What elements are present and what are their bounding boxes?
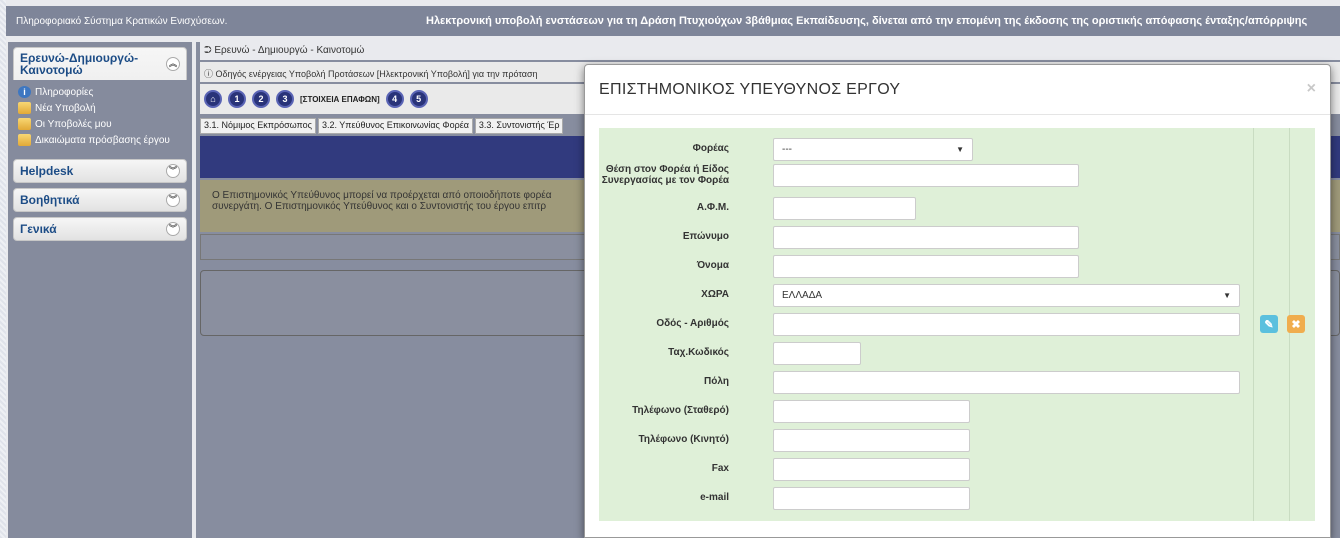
folder-icon <box>18 134 31 146</box>
step-2[interactable]: 2 <box>252 90 270 108</box>
label-email: e-mail <box>700 492 729 503</box>
row-afm: Α.Φ.Μ. <box>599 197 1259 220</box>
label-fax: Fax <box>711 463 729 474</box>
tab-contact-person[interactable]: 3.2. Υπεύθυνος Επικοινωνίας Φορέα <box>317 118 473 134</box>
step-1[interactable]: 1 <box>228 90 246 108</box>
sidebar: Ερευνώ-Δημιουργώ-Καινοτομώ ︽ i Πληροφορί… <box>8 42 192 538</box>
row-tk: Ταχ.Κωδικός <box>599 342 1259 365</box>
edit-icon: ✎ <box>1264 318 1274 331</box>
info-icon: i <box>18 86 31 98</box>
tel-stath-input[interactable] <box>773 400 970 423</box>
wizard-guide-text: Οδηγός ενέργειας Υποβολή Προτάσεων [Ηλεκ… <box>215 69 538 79</box>
sidebar-item-access-rights[interactable]: Δικαιώματα πρόσβασης έργου <box>10 132 190 148</box>
active-step-label: [ΣΤΟΙΧΕΙΑ ΕΠΑΦΩΝ] <box>300 94 380 104</box>
tab-legal-rep[interactable]: 3.1. Νόμιμος Εκπρόσωπος <box>200 118 316 134</box>
folder-icon <box>18 118 31 130</box>
row-foreas: Φορέας --- ▼ <box>599 138 1259 161</box>
label-onoma: Όνομα <box>696 260 729 271</box>
sidebar-item-label: Οι Υποβολές μου <box>35 118 112 130</box>
chevron-down-icon[interactable]: ︾ <box>166 193 180 207</box>
sidebar-group-voithitika[interactable]: Βοηθητικά ︾ <box>13 188 187 212</box>
label-thesi: Θέση στον Φορέα ή Είδος Συνεργασίας με τ… <box>601 164 729 186</box>
row-tel-kin: Τηλέφωνο (Κινητό) <box>599 429 1259 452</box>
chevron-up-icon[interactable]: ︽ <box>166 57 180 71</box>
step-3[interactable]: 3 <box>276 90 294 108</box>
sidebar-group-helpdesk[interactable]: Helpdesk ︾ <box>13 159 187 183</box>
sidebar-item-label: Νέα Υποβολή <box>35 102 96 114</box>
info-icon: ⓘ <box>204 69 214 79</box>
odos-input[interactable] <box>773 313 1240 336</box>
tab-coordinator[interactable]: 3.3. Συντονιστής Έρ <box>474 118 564 134</box>
step-4[interactable]: 4 <box>385 90 404 108</box>
tel-kin-input[interactable] <box>773 429 970 452</box>
sidebar-group-erevno: Ερευνώ-Δημιουργώ-Καινοτομώ ︽ i Πληροφορί… <box>8 47 192 154</box>
sidebar-group-header[interactable]: Ερευνώ-Δημιουργώ-Καινοτομώ ︽ <box>14 48 186 80</box>
fax-input[interactable] <box>773 458 970 481</box>
step-5[interactable]: 5 <box>409 90 428 108</box>
sidebar-items: i Πληροφορίες Νέα Υποβολή Οι Υποβολές μο… <box>8 80 192 154</box>
label-foreas: Φορέας <box>692 143 729 154</box>
modal-title: ΕΠΙΣΤΗΜΟΝΙΚΟΣ ΥΠΕΥΘΥΝΟΣ ΕΡΓΟΥ <box>599 81 901 98</box>
dropdown-arrow-icon: ▼ <box>956 145 964 154</box>
thesi-input[interactable] <box>773 164 1079 187</box>
tk-input[interactable] <box>773 342 861 365</box>
dropdown-arrow-icon: ▼ <box>1223 291 1231 300</box>
breadcrumb: ⮊ Ερευνώ - Δημιουργώ - Καινοτομώ <box>200 42 1340 60</box>
eponymo-input[interactable] <box>773 226 1079 249</box>
contact-form: Φορέας --- ▼ Θέση στον Φορέα ή Είδος Συν… <box>599 128 1315 521</box>
poli-input[interactable] <box>773 371 1240 394</box>
label-tk: Ταχ.Κωδικός <box>668 347 729 358</box>
label-afm: Α.Φ.Μ. <box>696 202 729 213</box>
sidebar-item-label: Πληροφορίες <box>35 86 94 98</box>
sidebar-group-title: Βοηθητικά <box>20 193 80 207</box>
label-tel-stath: Τηλέφωνο (Σταθερό) <box>632 405 729 416</box>
xora-selected-value: ΕΛΛΑΔΑ <box>782 290 823 301</box>
sidebar-item-new-submission[interactable]: Νέα Υποβολή <box>10 100 190 116</box>
xora-select[interactable]: ΕΛΛΑΔΑ ▼ <box>773 284 1240 307</box>
system-name: Πληροφοριακό Σύστημα Κρατικών Ενισχύσεων… <box>16 15 228 27</box>
home-icon: ⮊ <box>204 45 212 56</box>
chevron-down-icon[interactable]: ︾ <box>166 222 180 236</box>
sidebar-group-title: Ερευνώ-Δημιουργώ-Καινοτομώ <box>20 51 139 77</box>
label-poli: Πόλη <box>704 376 729 387</box>
edit-button[interactable]: ✎ <box>1260 315 1278 333</box>
sidebar-group-title: Helpdesk <box>20 164 74 178</box>
row-xora: ΧΩΡΑ ΕΛΛΑΔΑ ▼ <box>599 284 1259 307</box>
row-email: e-mail <box>599 487 1259 510</box>
page-border <box>0 0 6 538</box>
modal-dialog: ΕΠΙΣΤΗΜΟΝΙΚΟΣ ΥΠΕΥΘΥΝΟΣ ΕΡΓΟΥ × Φορέας -… <box>584 64 1331 538</box>
sidebar-group-genika[interactable]: Γενικά ︾ <box>13 217 187 241</box>
delete-button[interactable]: ✖ <box>1287 315 1305 333</box>
sidebar-item-label: Δικαιώματα πρόσβασης έργου <box>35 134 170 146</box>
row-onoma: Όνομα <box>599 255 1259 278</box>
folder-icon <box>18 102 31 114</box>
breadcrumb-text: Ερευνώ - Δημιουργώ - Καινοτομώ <box>214 45 365 56</box>
label-tel-kin: Τηλέφωνο (Κινητό) <box>638 434 730 445</box>
row-thesi: Θέση στον Φορέα ή Είδος Συνεργασίας με τ… <box>599 164 1259 187</box>
afm-input[interactable] <box>773 197 916 220</box>
label-xora: ΧΩΡΑ <box>701 289 729 300</box>
label-eponymo: Επώνυμο <box>682 231 729 242</box>
sidebar-item-my-submissions[interactable]: Οι Υποβολές μου <box>10 116 190 132</box>
top-bar: Πληροφοριακό Σύστημα Κρατικών Ενισχύσεων… <box>6 6 1340 36</box>
row-tel-stath: Τηλέφωνο (Σταθερό) <box>599 400 1259 423</box>
chevron-down-icon[interactable]: ︾ <box>166 164 180 178</box>
row-odos: Οδός - Αριθμός <box>599 313 1259 336</box>
close-icon[interactable]: × <box>1307 80 1316 98</box>
sidebar-item-info[interactable]: i Πληροφορίες <box>10 84 190 100</box>
label-odos: Οδός - Αριθμός <box>656 318 729 329</box>
row-fax: Fax <box>599 458 1259 481</box>
foreas-selected-value: --- <box>782 144 792 155</box>
onoma-input[interactable] <box>773 255 1079 278</box>
row-poli: Πόλη <box>599 371 1259 394</box>
announcement: Ηλεκτρονική υποβολή ενστάσεων για τη Δρά… <box>426 15 1308 27</box>
sidebar-group-title: Γενικά <box>20 222 57 236</box>
row-eponymo: Επώνυμο <box>599 226 1259 249</box>
foreas-select[interactable]: --- ▼ <box>773 138 973 161</box>
step-home[interactable]: ⌂ <box>204 90 222 108</box>
delete-icon: ✖ <box>1291 318 1301 331</box>
modal-divider <box>585 114 1330 115</box>
email-input[interactable] <box>773 487 970 510</box>
